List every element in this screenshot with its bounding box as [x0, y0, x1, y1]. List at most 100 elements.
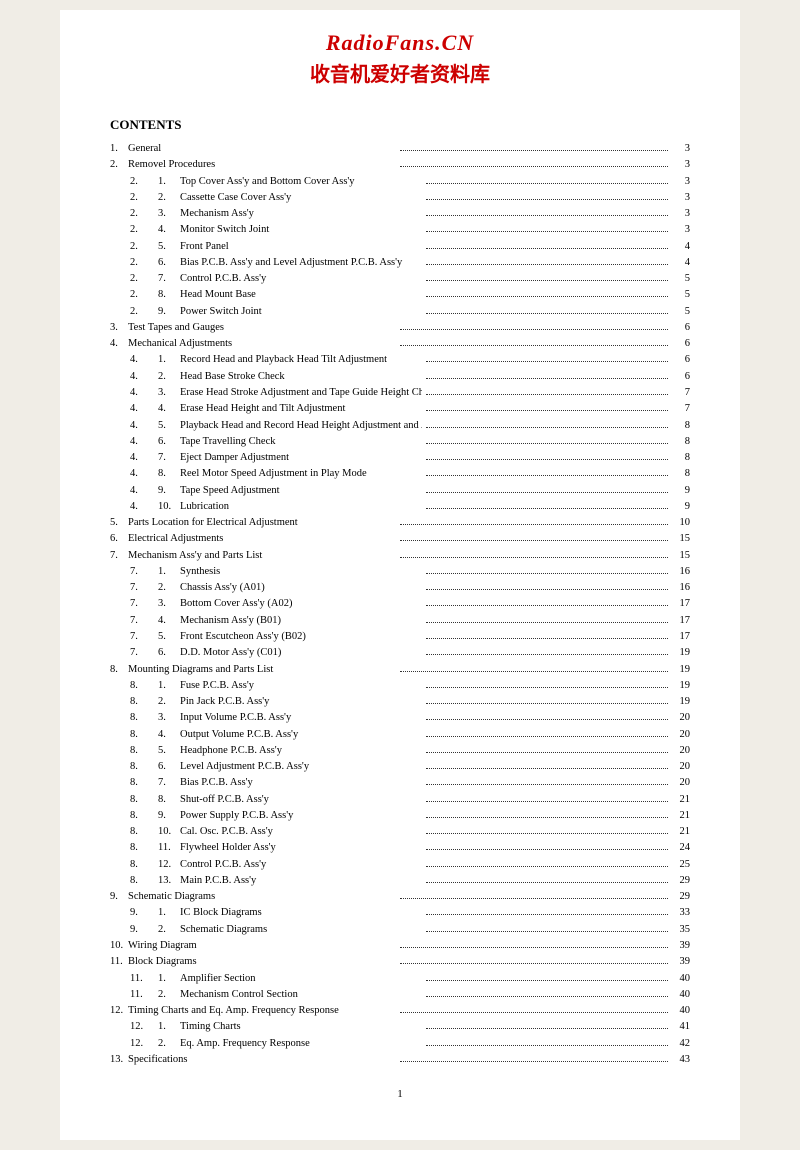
toc-entry: 8.6.Level Adjustment P.C.B. Ass'y20: [110, 759, 690, 775]
toc-entry: 2.9.Power Switch Joint5: [110, 304, 690, 320]
toc-sub-label: Chassis Ass'y (A01): [180, 580, 422, 596]
toc-entry: 8.Mounting Diagrams and Parts List19: [110, 662, 690, 678]
toc-page-number: 20: [672, 743, 690, 759]
toc-sub-num1: 7.: [130, 596, 158, 612]
toc-page-number: 17: [672, 613, 690, 629]
toc-sub-num2: 4.: [158, 613, 180, 629]
toc-sub-label: Control P.C.B. Ass'y: [180, 271, 422, 287]
toc-entry: 8.9.Power Supply P.C.B. Ass'y21: [110, 808, 690, 824]
toc-sub-num2: 7.: [158, 775, 180, 791]
toc-sub-label: Timing Charts: [180, 1019, 422, 1035]
toc-sub-num2: 13.: [158, 873, 180, 889]
page-number: 1: [110, 1088, 690, 1100]
toc-entry: 7.2.Chassis Ass'y (A01)16: [110, 580, 690, 596]
toc-page-number: 3: [672, 222, 690, 238]
toc-sub-num1: 2.: [130, 190, 158, 206]
toc-sub-num1: 7.: [130, 613, 158, 629]
toc-sub-num1: 7.: [130, 629, 158, 645]
toc-main-label: Mechanism Ass'y and Parts List: [128, 548, 396, 564]
toc-sub-label: Playback Head and Record Head Height Adj…: [180, 418, 422, 434]
toc-entry: 4.7.Eject Damper Adjustment8: [110, 450, 690, 466]
toc-main-number: 7.: [110, 548, 128, 564]
toc-entry: 10.Wiring Diagram39: [110, 938, 690, 954]
toc-sub-num1: 8.: [130, 873, 158, 889]
toc-sub-label: Control P.C.B. Ass'y: [180, 857, 422, 873]
table-of-contents: 1.General32.Removel Procedures32.1.Top C…: [110, 141, 690, 1068]
toc-entry: 8.5.Headphone P.C.B. Ass'y20: [110, 743, 690, 759]
toc-main-number: 4.: [110, 336, 128, 352]
toc-sub-num2: 9.: [158, 483, 180, 499]
toc-sub-num2: 2.: [158, 922, 180, 938]
toc-dots: [426, 459, 668, 460]
toc-sub-label: Front Escutcheon Ass'y (B02): [180, 629, 422, 645]
toc-page-number: 19: [672, 678, 690, 694]
toc-page-number: 33: [672, 905, 690, 921]
toc-main-number: 12.: [110, 1003, 128, 1019]
toc-sub-label: Mechanism Control Section: [180, 987, 422, 1003]
toc-entry: 2.3.Mechanism Ass'y3: [110, 206, 690, 222]
toc-dots: [400, 150, 668, 151]
toc-sub-num2: 5.: [158, 629, 180, 645]
toc-sub-label: Headphone P.C.B. Ass'y: [180, 743, 422, 759]
toc-main-label: Test Tapes and Gauges: [128, 320, 396, 336]
toc-page-number: 3: [672, 157, 690, 173]
toc-main-label: Specifications: [128, 1052, 396, 1068]
toc-entry: 8.8.Shut-off P.C.B. Ass'y21: [110, 792, 690, 808]
toc-page-number: 41: [672, 1019, 690, 1035]
toc-dots: [426, 199, 668, 200]
toc-dots: [426, 427, 668, 428]
toc-entry: 2.8.Head Mount Base5: [110, 287, 690, 303]
toc-page-number: 35: [672, 922, 690, 938]
toc-entry: 6.Electrical Adjustments15: [110, 531, 690, 547]
toc-main-label: Parts Location for Electrical Adjustment: [128, 515, 396, 531]
toc-page-number: 3: [672, 141, 690, 157]
toc-sub-num2: 2.: [158, 987, 180, 1003]
toc-page-number: 20: [672, 759, 690, 775]
toc-entry: 8.13.Main P.C.B. Ass'y29: [110, 873, 690, 889]
toc-main-number: 13.: [110, 1052, 128, 1068]
toc-sub-label: Erase Head Height and Tilt Adjustment: [180, 401, 422, 417]
toc-sub-label: Cassette Case Cover Ass'y: [180, 190, 422, 206]
toc-sub-num2: 7.: [158, 271, 180, 287]
toc-page-number: 3: [672, 190, 690, 206]
toc-sub-num1: 2.: [130, 287, 158, 303]
toc-sub-num1: 7.: [130, 580, 158, 596]
toc-sub-num1: 7.: [130, 564, 158, 580]
toc-page-number: 25: [672, 857, 690, 873]
toc-sub-num1: 8.: [130, 710, 158, 726]
toc-entry: 11.Block Diagrams39: [110, 954, 690, 970]
toc-dots: [426, 1045, 668, 1046]
toc-entry: 2.2.Cassette Case Cover Ass'y3: [110, 190, 690, 206]
toc-entry: 8.12.Control P.C.B. Ass'y25: [110, 857, 690, 873]
toc-dots: [426, 866, 668, 867]
toc-sub-num1: 4.: [130, 418, 158, 434]
toc-sub-num1: 4.: [130, 466, 158, 482]
toc-entry: 2.5.Front Panel4: [110, 239, 690, 255]
toc-sub-num2: 3.: [158, 596, 180, 612]
toc-page-number: 15: [672, 548, 690, 564]
toc-dots: [400, 557, 668, 558]
toc-sub-num2: 2.: [158, 694, 180, 710]
toc-main-label: General: [128, 141, 396, 157]
toc-dots: [400, 898, 668, 899]
toc-sub-num1: 8.: [130, 808, 158, 824]
contents-heading: CONTENTS: [110, 117, 690, 133]
toc-sub-num2: 4.: [158, 727, 180, 743]
toc-sub-num1: 8.: [130, 857, 158, 873]
toc-page-number: 20: [672, 710, 690, 726]
toc-page-number: 29: [672, 873, 690, 889]
toc-sub-label: Lubrication: [180, 499, 422, 515]
toc-sub-num1: 4.: [130, 434, 158, 450]
toc-page-number: 19: [672, 694, 690, 710]
toc-sub-num1: 8.: [130, 694, 158, 710]
toc-sub-num1: 4.: [130, 483, 158, 499]
toc-sub-label: Level Adjustment P.C.B. Ass'y: [180, 759, 422, 775]
toc-sub-label: Flywheel Holder Ass'y: [180, 840, 422, 856]
toc-sub-num2: 8.: [158, 466, 180, 482]
toc-dots: [426, 801, 668, 802]
toc-dots: [426, 996, 668, 997]
toc-dots: [426, 622, 668, 623]
toc-page-number: 29: [672, 889, 690, 905]
toc-main-number: 5.: [110, 515, 128, 531]
toc-sub-label: IC Block Diagrams: [180, 905, 422, 921]
